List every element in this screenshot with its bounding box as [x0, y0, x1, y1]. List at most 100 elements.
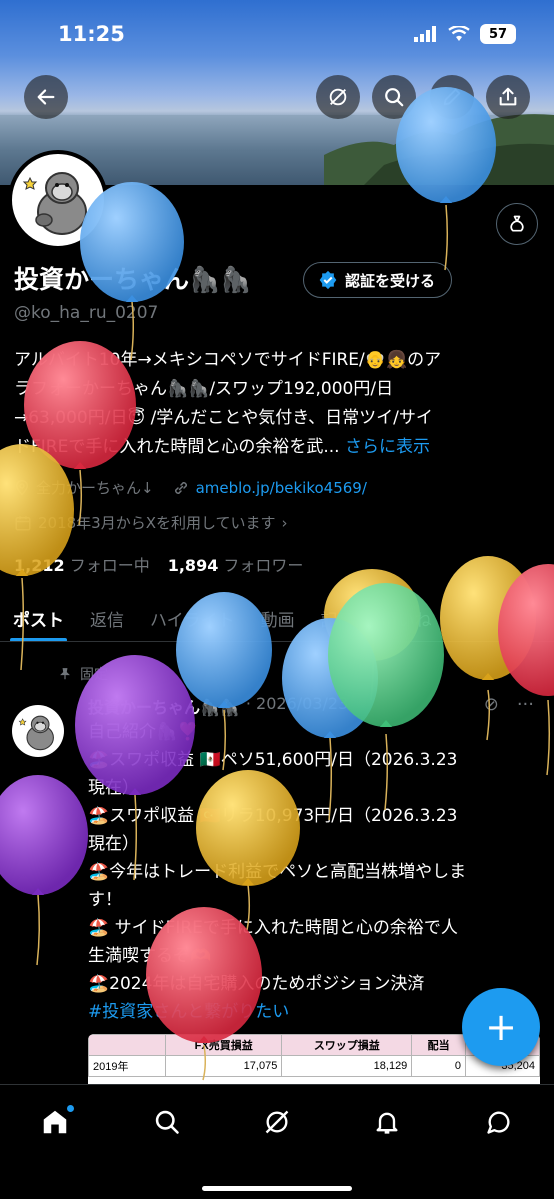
followers-label: フォロワー: [223, 556, 304, 575]
get-verified-label: 認証を受ける: [345, 271, 436, 290]
profile-avatar[interactable]: [8, 150, 108, 250]
location-pin-icon: [15, 479, 29, 496]
tab-likes[interactable]: いいね: [368, 594, 445, 641]
profile-bio: アルバイト10年→メキシコペソでサイドFIRE/👴👧のア ラフォーかーちゃん🦍🦍…: [14, 346, 542, 462]
get-verified-button[interactable]: 認証を受ける: [303, 262, 453, 298]
profile-website-link[interactable]: ameblo.jp/bekiko4569/: [196, 479, 367, 497]
balloon: [0, 775, 88, 966]
follow-stats: 1,212 フォロー中 1,894 フォロワー: [14, 552, 303, 576]
bio-line: ドFIREで手に入れた時間と心の余裕を武...: [14, 437, 340, 457]
search-button[interactable]: [372, 75, 416, 119]
tweet-line: 🏖️スワポ収益 🇲🇽ペソ51,600円/日（2026.3.23: [88, 750, 458, 770]
calendar-icon: [15, 515, 31, 530]
pinned-indicator: 固定: [58, 664, 108, 684]
nav-grok[interactable]: [254, 1099, 300, 1145]
tweet-line: す！: [88, 890, 122, 910]
table-header: 配当: [411, 1034, 467, 1056]
wallet-button[interactable]: [496, 203, 538, 245]
chat-icon: [487, 1111, 510, 1134]
edit-button[interactable]: [430, 75, 474, 119]
table-cell: 17,075: [165, 1055, 283, 1077]
pinned-label: 固定: [80, 667, 108, 683]
profile-name: 投資かーちゃん🦍🦍: [14, 265, 252, 294]
battery-icon: 57: [480, 24, 516, 44]
profile-location: 全力かーちゃん↓: [36, 479, 154, 497]
tweet-text: 自己紹介🦍❣️ 🏖️スワポ収益 🇲🇽ペソ51,600円/日（2026.3.23 …: [88, 718, 540, 1026]
nav-search[interactable]: [144, 1099, 190, 1145]
nav-notifications[interactable]: [364, 1099, 410, 1145]
following-label: フォロー中: [69, 556, 150, 575]
bio-line: →63,000円/日😇 /学んだことや気付き、日常ツイ/サイ: [14, 408, 433, 428]
status-time: 11:25: [58, 22, 125, 46]
table-row: 2019年 17,075 18,129 0 35,204: [88, 1055, 540, 1077]
profile-handle: @ko_ha_ru_0207: [14, 303, 159, 323]
tweet-line: 生満喫するぞ🫶: [88, 946, 212, 966]
table-header: スワップ損益: [281, 1034, 413, 1056]
grok-icon: [265, 1110, 289, 1134]
back-button[interactable]: [24, 75, 68, 119]
home-icon: [43, 1110, 67, 1134]
link-icon: [174, 481, 187, 494]
profile-meta-row: 全力かーちゃん↓ ameblo.jp/bekiko4569/: [14, 477, 367, 498]
gorilla-icon: [22, 172, 87, 235]
tweet-author[interactable]: 投資かーちゃん🦍🦍: [88, 694, 240, 718]
verified-badge-icon: [319, 270, 337, 290]
status-bar: 11:25 57: [0, 0, 554, 70]
bell-icon: [376, 1112, 398, 1134]
tab-replies[interactable]: 返信: [77, 594, 137, 641]
grok-icon: [329, 88, 347, 106]
nav-home[interactable]: [32, 1099, 78, 1145]
table-cell: 2019年: [88, 1055, 167, 1077]
tweet-line: 自己紹介🦍❣️: [88, 722, 199, 742]
bottom-navigation: [0, 1084, 554, 1199]
tab-videos[interactable]: 動画: [248, 594, 308, 641]
following-link[interactable]: 1,212 フォロー中: [14, 552, 150, 576]
tweet-line: 🏖️今年はトレード利益でペソと高配当株増やしま: [88, 862, 467, 882]
table-cell: 0: [411, 1055, 467, 1077]
tab-posts[interactable]: ポスト: [0, 594, 77, 641]
nav-messages[interactable]: [476, 1099, 522, 1145]
home-indicator: [202, 1186, 352, 1191]
tweet-header: 投資かーちゃん🦍🦍 · 2026/03/23: [88, 694, 348, 718]
followers-link[interactable]: 1,894 フォロワー: [168, 552, 304, 576]
money-bag-icon: [510, 215, 524, 232]
tweet-line: 現在）: [88, 834, 139, 854]
following-count: 1,212: [14, 556, 65, 575]
profile-joined-row[interactable]: 2018年3月からXを利用しています ›: [14, 512, 288, 533]
tab-articles[interactable]: 記事: [308, 594, 368, 641]
bio-line: アルバイト10年→メキシコペソでサイドFIRE/👴👧のア: [14, 350, 442, 370]
wifi-icon: [448, 26, 470, 41]
signal-icon: [414, 26, 436, 42]
tweet-line: 🏖️スワポ収益 🇹🇷リラ10,973円/日（2026.3.23: [88, 806, 458, 826]
plus-icon: +: [485, 1005, 517, 1049]
chevron-right-icon: ›: [281, 513, 288, 532]
tweet-date: · 2026/03/23: [245, 694, 349, 713]
tweet-line: 現在）: [88, 778, 139, 798]
pin-icon: [60, 668, 70, 680]
share-button[interactable]: [486, 75, 530, 119]
arrow-left-icon: [37, 89, 55, 105]
pencil-icon: [443, 88, 461, 106]
bio-line: ラフォーかーちゃん🦍🦍/スワップ192,000円/日: [14, 379, 394, 399]
show-more-link[interactable]: さらに表示: [345, 437, 430, 457]
table-header: [88, 1034, 167, 1056]
profile-tabs: ポスト 返信 ハイライト 動画 記事 いいね: [0, 594, 554, 642]
tab-highlights[interactable]: ハイライト: [137, 594, 248, 641]
grok-button[interactable]: [316, 75, 360, 119]
share-icon: [499, 87, 517, 106]
gorilla-icon: [18, 715, 54, 751]
tweet-line: 🏖️ サイドFIREで手に入れた時間と心の余裕で人: [88, 918, 458, 938]
tweet-actions: ⊘ ···: [484, 694, 534, 715]
search-icon: [385, 88, 404, 107]
compose-button[interactable]: +: [462, 988, 540, 1066]
followers-count: 1,894: [167, 556, 219, 575]
grok-icon[interactable]: ⊘: [484, 694, 499, 715]
profile-joined: 2018年3月からXを利用しています: [38, 514, 276, 532]
table-cell: 18,129: [281, 1055, 413, 1077]
tweet-line: 🏖️2024年は自宅購入のためポジション決済: [88, 974, 425, 994]
notification-dot: [67, 1105, 74, 1112]
more-options-icon[interactable]: ···: [517, 694, 534, 715]
search-icon: [155, 1110, 179, 1134]
tweet-avatar[interactable]: [12, 705, 64, 757]
table-header: FX売買損益: [165, 1034, 283, 1056]
